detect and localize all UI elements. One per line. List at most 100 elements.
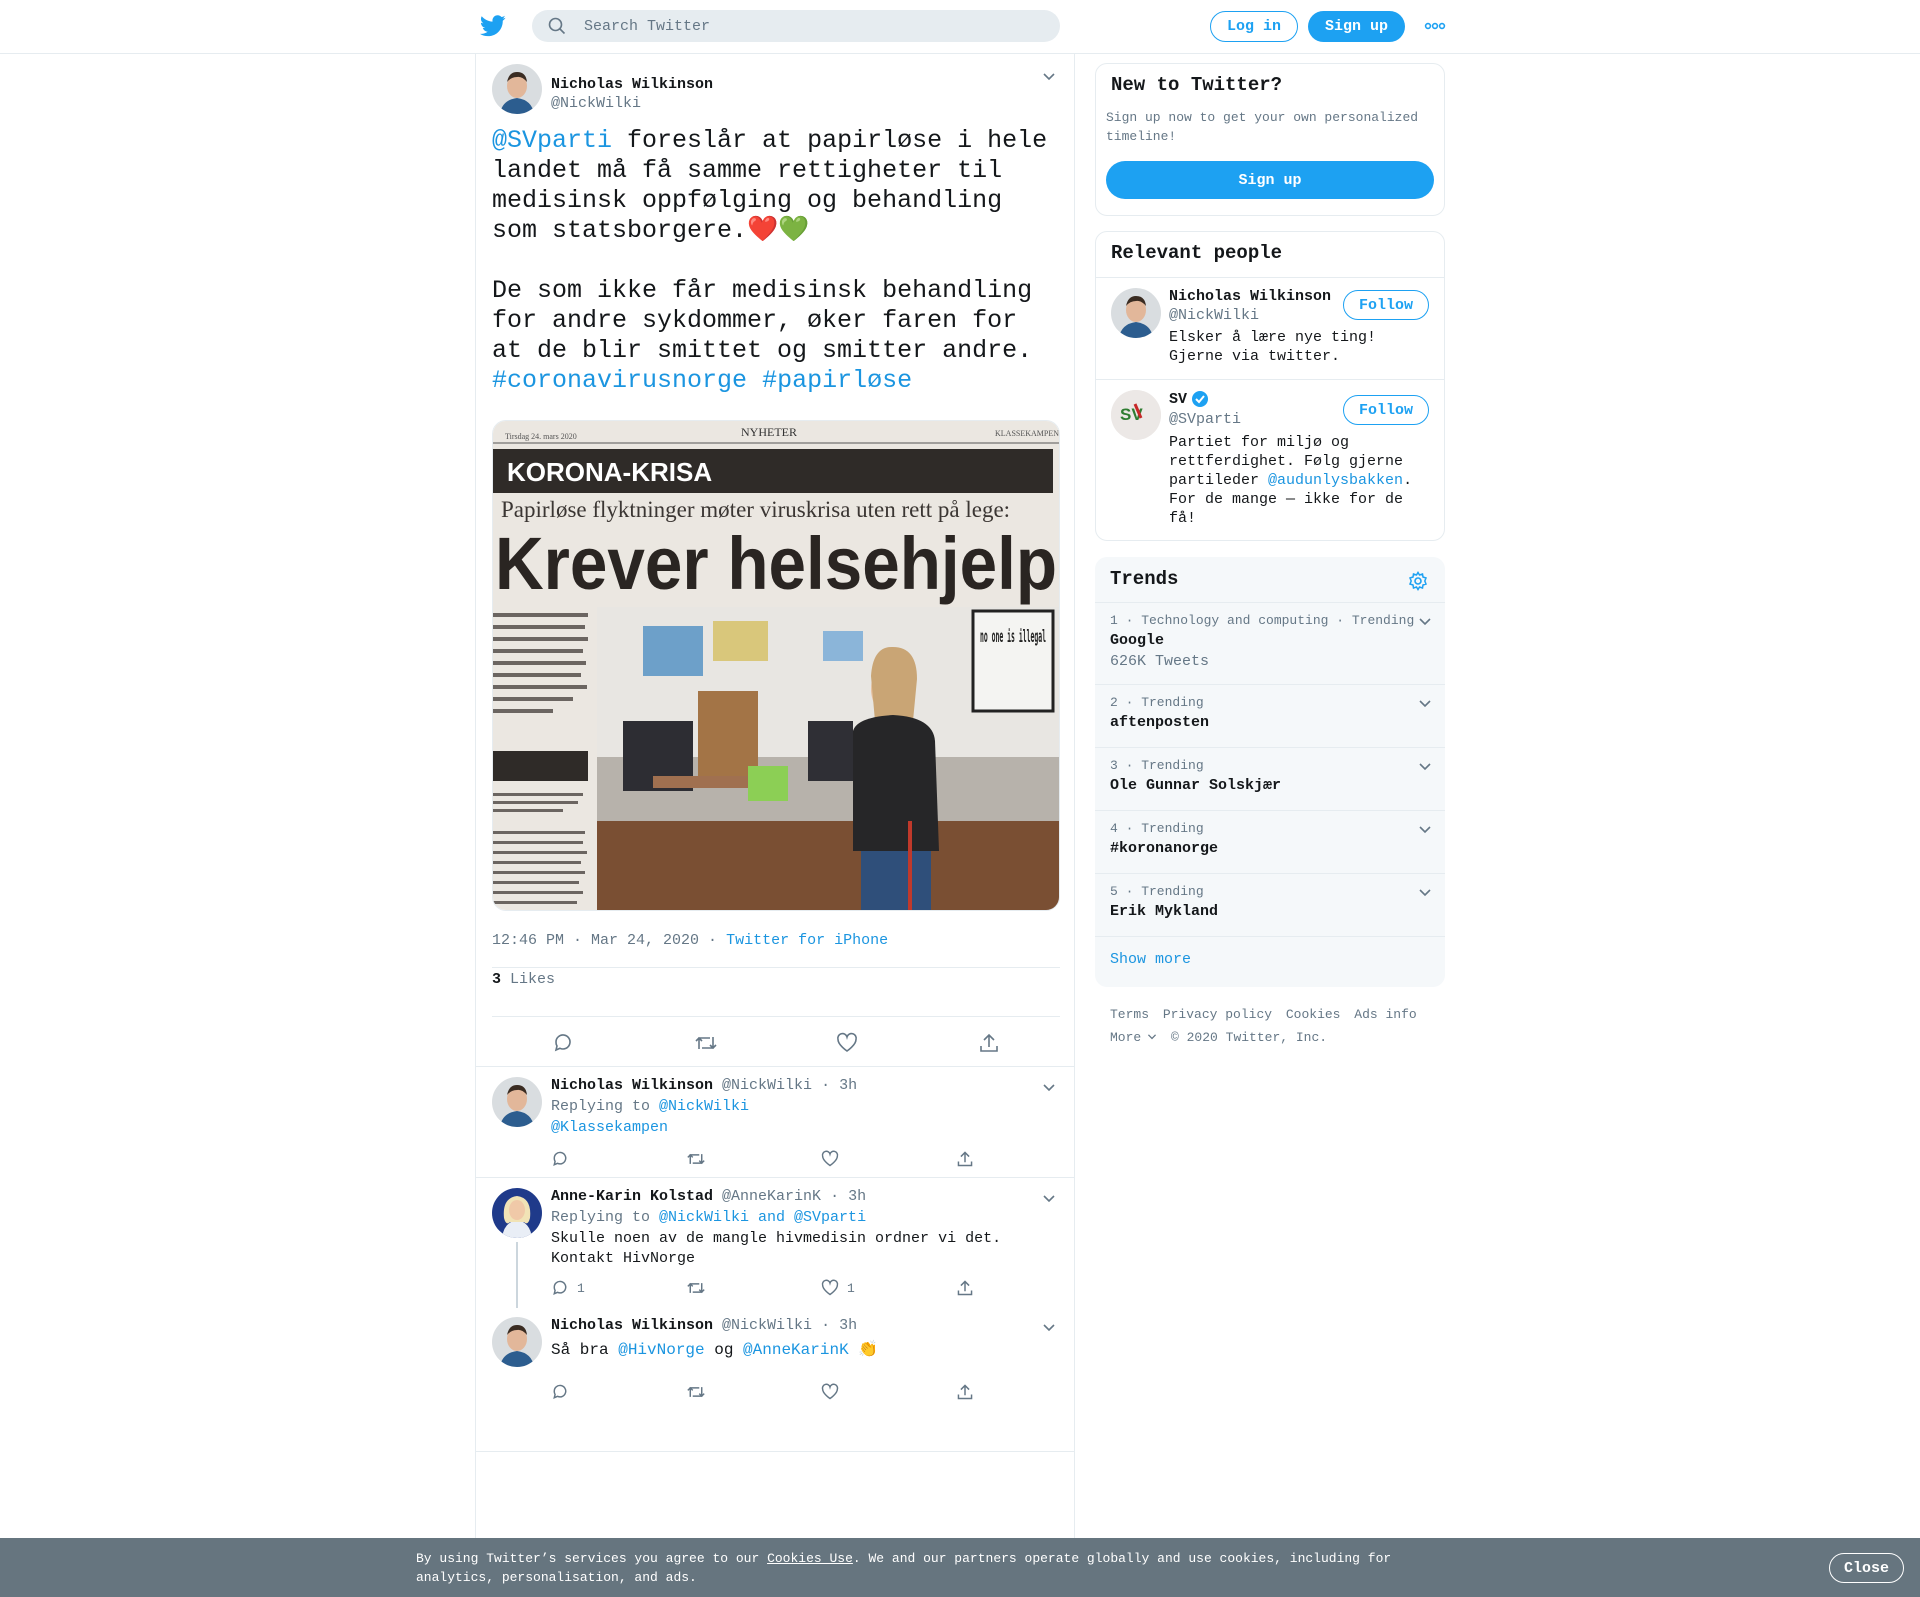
hashtag-link[interactable]: #papirløse [762, 366, 912, 395]
person-handle[interactable]: @NickWilki [1169, 307, 1259, 324]
share-button[interactable] [956, 1150, 974, 1168]
more-link[interactable]: More [1110, 1030, 1157, 1045]
ads-info-link[interactable]: Ads info [1354, 1007, 1416, 1022]
mention-link[interactable]: @AnneKarinK [743, 1341, 849, 1359]
signup-button[interactable]: Sign up [1308, 11, 1405, 42]
chevron-down-icon[interactable] [1042, 1194, 1056, 1204]
retweet-button[interactable] [694, 1032, 718, 1054]
reply-button[interactable] [551, 1150, 569, 1168]
mention-link[interactable]: @audunlysbakken [1268, 472, 1403, 489]
trend-item[interactable]: 2 · Trending aftenposten [1095, 684, 1445, 747]
share-button[interactable] [978, 1032, 1000, 1054]
author-name[interactable]: Nicholas Wilkinson [551, 1317, 713, 1334]
share-button[interactable] [956, 1279, 974, 1297]
close-button[interactable]: Close [1829, 1553, 1904, 1583]
tweet-actions [476, 1032, 1074, 1056]
mention-link[interactable]: @Klassekampen [551, 1119, 668, 1136]
reply-tweet[interactable]: Nicholas Wilkinson @NickWilki · 3h Reply… [476, 1067, 1074, 1177]
follow-button[interactable]: Follow [1343, 290, 1429, 320]
follow-button[interactable]: Follow [1343, 395, 1429, 425]
twitter-logo-icon[interactable] [480, 14, 506, 38]
trend-item[interactable]: 5 · Trending Erik Mykland [1095, 873, 1445, 936]
more-dots-icon[interactable] [1424, 18, 1446, 34]
reply-button[interactable] [551, 1383, 569, 1401]
author-name[interactable]: Anne-Karin Kolstad [551, 1188, 713, 1205]
avatar[interactable]: SV [1111, 390, 1161, 440]
settings-gear-icon[interactable] [1408, 571, 1428, 591]
chevron-down-icon[interactable] [1418, 699, 1432, 709]
chevron-down-icon[interactable] [1418, 762, 1432, 772]
show-more-link[interactable]: Show more [1110, 951, 1191, 968]
privacy-link[interactable]: Privacy policy [1163, 1007, 1272, 1022]
terms-link[interactable]: Terms [1110, 1007, 1149, 1022]
reply-icon [553, 1280, 567, 1295]
reply-actions: 1 1 [551, 1279, 1051, 1303]
trend-name[interactable]: #koronanorge [1110, 840, 1218, 857]
signup-button[interactable]: Sign up [1106, 161, 1434, 199]
likes-stat[interactable]: 3 Likes [492, 971, 555, 988]
author-name[interactable]: Nicholas Wilkinson [551, 1077, 713, 1094]
hashtag-link[interactable]: #coronavirusnorge [492, 366, 747, 395]
avatar[interactable] [492, 1077, 542, 1127]
source-link[interactable]: Twitter for iPhone [726, 932, 888, 949]
author-handle[interactable]: @NickWilki [722, 1077, 812, 1094]
cookies-link[interactable]: Cookies [1286, 1007, 1341, 1022]
reply-button[interactable]: 1 [551, 1279, 585, 1297]
avatar[interactable] [492, 1188, 542, 1238]
tweet-text: @SVparti foreslår at papirløse i hele la… [492, 126, 1063, 395]
mention-link[interactable]: @NickWilki [659, 1098, 749, 1115]
person-item[interactable]: SV SV @SVparti Follow Partiet for miljø … [1096, 379, 1444, 540]
reply-time[interactable]: · 3h [821, 1077, 857, 1094]
cookies-use-link[interactable]: Cookies Use [767, 1551, 853, 1566]
trend-name[interactable]: Ole Gunnar Solskjær [1110, 777, 1281, 794]
reply-header: Nicholas Wilkinson @NickWilki · 3h [551, 1317, 857, 1334]
avatar[interactable] [492, 1317, 542, 1367]
trend-name[interactable]: Google [1110, 632, 1164, 649]
show-more-row[interactable]: Show more [1095, 936, 1445, 987]
trend-item[interactable]: 1 · Technology and computing · Trending … [1095, 602, 1445, 684]
reply-tweet[interactable]: Nicholas Wilkinson @NickWilki · 3h Så br… [476, 1307, 1074, 1451]
person-item[interactable]: Nicholas Wilkinson @NickWilki Follow Els… [1096, 277, 1444, 379]
trend-name[interactable]: aftenposten [1110, 714, 1209, 731]
retweet-button[interactable] [686, 1279, 706, 1297]
avatar[interactable] [1111, 288, 1161, 338]
avatar[interactable] [492, 64, 542, 114]
person-name[interactable]: SV [1169, 390, 1209, 408]
chevron-down-icon[interactable] [1042, 1083, 1056, 1093]
login-button[interactable]: Log in [1210, 11, 1298, 42]
reply-time[interactable]: · 3h [821, 1317, 857, 1334]
author-handle[interactable]: @NickWilki [551, 95, 641, 112]
trend-item[interactable]: 4 · Trending #koronanorge [1095, 810, 1445, 873]
chevron-down-icon[interactable] [1418, 825, 1432, 835]
like-button[interactable]: 1 [821, 1279, 855, 1297]
search-input[interactable] [584, 17, 1024, 35]
author-handle[interactable]: @AnneKarinK [722, 1188, 821, 1205]
chevron-down-icon[interactable] [1042, 72, 1056, 82]
like-button[interactable] [821, 1383, 839, 1401]
reply-button[interactable] [552, 1032, 574, 1054]
retweet-button[interactable] [686, 1150, 706, 1168]
reply-tweet[interactable]: Anne-Karin Kolstad @AnneKarinK · 3h Repl… [476, 1178, 1074, 1308]
author-handle[interactable]: @NickWilki [722, 1317, 812, 1334]
trend-name[interactable]: Erik Mykland [1110, 903, 1218, 920]
retweet-button[interactable] [686, 1383, 706, 1401]
trend-item[interactable]: 3 · Trending Ole Gunnar Solskjær [1095, 747, 1445, 810]
mention-link[interactable]: @NickWilki and @SVparti [659, 1209, 866, 1226]
timestamp[interactable]: 12:46 PM · Mar 24, 2020 [492, 932, 699, 949]
search-box[interactable] [532, 10, 1060, 42]
share-button[interactable] [956, 1383, 974, 1401]
like-button[interactable] [821, 1150, 839, 1168]
thread-line [516, 1242, 518, 1308]
person-handle[interactable]: @SVparti [1169, 411, 1241, 428]
chevron-down-icon[interactable] [1418, 888, 1432, 898]
mention-link[interactable]: @HivNorge [618, 1341, 704, 1359]
chevron-down-icon[interactable] [1418, 617, 1432, 627]
verified-badge-icon [1192, 391, 1209, 407]
person-name[interactable]: Nicholas Wilkinson [1169, 288, 1331, 305]
tweet-photo[interactable]: Tirsdag 24. mars 2020 NYHETER KLASSEKAMP… [492, 420, 1060, 911]
author-name[interactable]: Nicholas Wilkinson [551, 76, 713, 93]
chevron-down-icon[interactable] [1042, 1323, 1056, 1333]
like-button[interactable] [836, 1032, 858, 1054]
mention-link[interactable]: @SVparti [492, 126, 612, 155]
reply-time[interactable]: · 3h [830, 1188, 866, 1205]
